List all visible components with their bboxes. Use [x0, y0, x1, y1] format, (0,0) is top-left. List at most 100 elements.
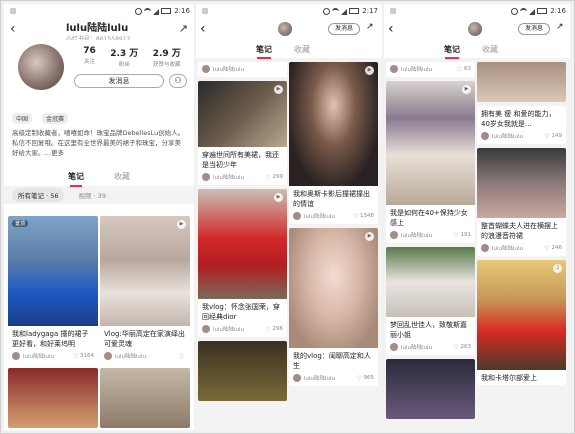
- play-icon: ♫: [553, 264, 562, 273]
- heart-icon[interactable]: ♡: [544, 245, 549, 252]
- note-card[interactable]: ▶ 我是如何在40+保持少女感上 lulu陆陆lulu ♡ 191: [386, 81, 475, 243]
- heart-icon[interactable]: ♡: [453, 344, 458, 351]
- note-card[interactable]: ▶ 我的vlog：闺聊高定和人生 lulu陆陆lulu ♡ 965: [289, 228, 378, 386]
- alarm-icon: [511, 7, 519, 15]
- wifi-icon: [332, 7, 340, 15]
- note-card[interactable]: 置顶 我和ladygaga 撞的裙子更好看，和好莱坞明 lulu陆陆lulu ♡ 3…: [8, 216, 98, 364]
- battery-icon: [537, 8, 548, 14]
- filter-all[interactable]: 所有笔记 · 56: [12, 188, 65, 202]
- status-bar: 2:17: [196, 4, 382, 18]
- heart-icon[interactable]: ♡: [265, 326, 270, 333]
- note-card[interactable]: ▶ 穿遍世间所有美裙，我还是当初少年 lulu陆陆lulu ♡ 299: [198, 81, 287, 185]
- like-count: 3164: [80, 353, 94, 359]
- heart-icon[interactable]: ♡: [179, 353, 184, 360]
- note-card[interactable]: [8, 368, 98, 428]
- app-notification-icon: [390, 8, 396, 14]
- share-icon[interactable]: ↗: [556, 22, 564, 32]
- note-card[interactable]: [198, 341, 287, 401]
- location-tag: 中国: [12, 112, 33, 124]
- author-name: lulu陆陆lulu: [23, 354, 55, 360]
- avatar[interactable]: [468, 22, 482, 36]
- heart-icon[interactable]: ♡: [353, 213, 358, 220]
- message-button[interactable]: 发消息: [328, 23, 361, 35]
- add-follow-icon[interactable]: ⚇: [169, 74, 187, 88]
- stat-following[interactable]: 76 关注: [83, 46, 96, 68]
- feed-panel-3: 2:16 ‹ 发消息 ↗ 笔记 收藏 lulu陆陆lulu ♡ 63 ▶ 我是如何在…: [384, 4, 570, 430]
- note-column-right: 拥有美 瘦 和爱的能力，40岁女我就是… lulu陆陆lulu ♡ 149 整首蝴蝶…: [477, 62, 566, 389]
- heart-icon[interactable]: ♡: [453, 232, 458, 239]
- note-card[interactable]: ▶ 我和奥斯卡影后撞裙撞出的情谊 lulu陆陆lulu ♡ 1348: [289, 62, 378, 224]
- note-title: 拥有美 瘦 和爱的能力，40岁女我就是…: [481, 110, 556, 128]
- brand-badge: 金冠赛: [42, 112, 69, 124]
- note-card[interactable]: 整首蝴蝶夫人进在横摆上的浪漫音符裙 lulu陆陆lulu ♡ 246: [477, 148, 566, 256]
- alarm-icon: [323, 7, 331, 15]
- profile-panel: 2:16 ‹ lulu陆陆lulu 小红书号：861558912 ↗ 76关注 …: [4, 4, 194, 430]
- filter-video[interactable]: 视频 · 39: [72, 188, 111, 202]
- back-icon[interactable]: ‹: [200, 21, 206, 37]
- author-name: lulu陆陆lulu: [401, 233, 433, 239]
- note-column-left: 置顶 我和ladygaga 撞的裙子更好看，和好莱坞明 lulu陆陆lulu ♡ 3…: [8, 216, 98, 430]
- back-icon[interactable]: ‹: [388, 21, 394, 37]
- like-count: 191: [460, 232, 472, 238]
- author-name: lulu陆陆lulu: [401, 345, 433, 351]
- like-count: 299: [272, 174, 284, 180]
- note-card[interactable]: ▶ Vlog:华丽高定在家演绎出可爱灵魂 lulu陆陆lulu ♡: [100, 216, 190, 364]
- status-time: 2:16: [174, 7, 190, 15]
- note-title: 我是如何在40+保持少女感上: [390, 209, 468, 227]
- tab-collect[interactable]: 收藏: [482, 44, 498, 55]
- author-avatar: [12, 352, 20, 360]
- note-card[interactable]: [386, 359, 475, 419]
- tab-collect[interactable]: 收藏: [294, 44, 310, 55]
- heart-icon[interactable]: ♡: [457, 66, 462, 73]
- back-icon[interactable]: ‹: [10, 21, 24, 37]
- author-name: lulu陆陆lulu: [492, 134, 524, 140]
- like-count: 149: [551, 133, 563, 139]
- note-title: 我的vlog：闺聊高定和人生: [293, 352, 371, 370]
- tab-notes[interactable]: 笔记: [256, 44, 272, 59]
- stat-followers[interactable]: 2.3 万粉丝: [110, 46, 138, 68]
- note-card[interactable]: [477, 62, 566, 102]
- tab-notes[interactable]: 笔记: [68, 171, 84, 187]
- note-image: ▶: [386, 81, 475, 205]
- note-card[interactable]: lulu陆陆lulu ♡ 63: [386, 62, 475, 77]
- message-button[interactable]: 发消息: [74, 74, 164, 88]
- share-icon[interactable]: ↗: [179, 22, 188, 35]
- share-icon[interactable]: ↗: [366, 22, 374, 32]
- note-card[interactable]: lulu陆陆lulu: [198, 62, 287, 77]
- battery-icon: [161, 8, 172, 14]
- note-meta: lulu陆陆lulu ♡ 191: [386, 230, 475, 243]
- signal-icon: [529, 8, 536, 15]
- note-meta: lulu陆陆lulu ♡ 299: [198, 172, 287, 185]
- note-meta: lulu陆陆lulu ♡ 149: [477, 131, 566, 144]
- note-meta: lulu陆陆lulu ♡ 965: [289, 373, 378, 386]
- heart-icon[interactable]: ♡: [265, 174, 270, 181]
- author-name: lulu陆陆lulu: [304, 376, 336, 382]
- heart-icon[interactable]: ♡: [544, 133, 549, 140]
- note-card[interactable]: 拥有美 瘦 和爱的能力，40岁女我就是… lulu陆陆lulu ♡ 149: [477, 106, 566, 144]
- battery-icon: [349, 8, 360, 14]
- note-card[interactable]: 梦回乱世佳人，致敬斯嘉丽小姐 lulu陆陆lulu ♡ 263: [386, 247, 475, 355]
- status-time: 2:17: [362, 7, 378, 15]
- profile-bio[interactable]: 高级定制收藏者，嘻嘻如命！珠宝品牌DebellesLu创始人。私信不回复哦。在这…: [4, 126, 194, 166]
- play-icon: ▶: [462, 85, 471, 94]
- author-name: lulu陆陆lulu: [213, 175, 245, 181]
- stat-likes[interactable]: 2.9 万获赞与收藏: [153, 46, 181, 68]
- note-card[interactable]: ♫ 我和卡塔尔部爱上: [477, 260, 566, 385]
- like-count: 63: [464, 66, 471, 72]
- heart-icon[interactable]: ♡: [73, 353, 78, 360]
- avatar[interactable]: [18, 44, 64, 90]
- author-avatar: [202, 65, 210, 73]
- note-card[interactable]: [100, 368, 190, 428]
- mini-header: ‹ 发消息 ↗: [196, 18, 382, 40]
- note-meta: lulu陆陆lulu ♡ 296: [198, 324, 287, 337]
- message-button[interactable]: 发消息: [518, 23, 551, 35]
- note-title: 我和卡塔尔部爱上: [481, 374, 537, 382]
- tab-notes[interactable]: 笔记: [444, 44, 460, 59]
- play-icon: ▶: [365, 66, 374, 75]
- avatar[interactable]: [278, 22, 292, 36]
- like-count: 965: [363, 375, 375, 381]
- heart-icon[interactable]: ♡: [356, 375, 361, 382]
- note-title: 穿遍世间所有美裙，我还是当初少年: [202, 151, 279, 169]
- note-card[interactable]: ▶ 我vlog：怀念张国荣，穿回经典dior lulu陆陆lulu ♡ 296: [198, 189, 287, 337]
- tab-collect[interactable]: 收藏: [114, 171, 130, 182]
